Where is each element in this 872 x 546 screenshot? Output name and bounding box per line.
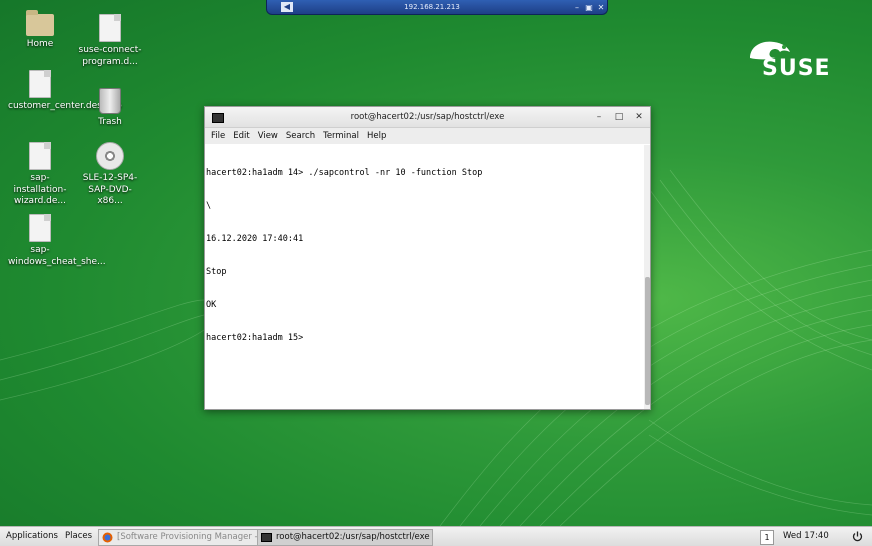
task-terminal[interactable]: root@hacert02:/usr/sap/hostctrl/exe xyxy=(257,529,433,546)
document-icon xyxy=(29,142,51,170)
applications-menu[interactable]: Applications xyxy=(6,527,58,546)
close-icon[interactable]: ✕ xyxy=(633,111,645,123)
remote-connection-bar: ◀ 192.168.21.213 – ▣ ✕ xyxy=(266,0,608,15)
workspace-switcher[interactable]: 1 xyxy=(760,530,774,545)
terminal-line: hacert02:ha1adm 14> ./sapcontrol -nr 10 … xyxy=(206,168,483,178)
desktop-icon-label: SLE-12-SP4-SAP-DVD-x86... xyxy=(82,173,138,206)
dvd-disc-icon xyxy=(96,142,124,170)
close-remote-icon[interactable]: ✕ xyxy=(595,3,607,12)
task-label: [Software Provisioning Manager - ... xyxy=(117,532,269,542)
menu-search[interactable]: Search xyxy=(282,131,319,141)
maximize-icon[interactable]: □ xyxy=(613,111,625,123)
desktop-icon-label: sap-installation-wizard.de... xyxy=(13,173,67,206)
desktop-icon-sle-dvd[interactable]: SLE-12-SP4-SAP-DVD-x86... xyxy=(78,142,142,208)
restore-remote-icon[interactable]: ▣ xyxy=(583,3,595,12)
scrollbar-thumb[interactable] xyxy=(645,277,650,405)
desktop-icon-customer-center[interactable]: customer_center.desktop xyxy=(8,70,122,113)
desktop-icon-suse-connect[interactable]: suse-connect-program.d... xyxy=(78,14,142,68)
terminal-titlebar[interactable]: root@hacert02:/usr/sap/hostctrl/exe – □ … xyxy=(205,107,650,128)
pin-icon[interactable]: ◀ xyxy=(281,2,293,12)
desktop-icon-home[interactable]: Home xyxy=(8,10,72,51)
firefox-icon xyxy=(102,532,113,543)
terminal-line: OK xyxy=(206,300,217,310)
task-label: root@hacert02:/usr/sap/hostctrl/exe xyxy=(276,532,430,542)
trash-icon xyxy=(99,88,121,114)
terminal-line: Stop xyxy=(206,267,227,277)
menu-terminal[interactable]: Terminal xyxy=(319,131,363,141)
menu-view[interactable]: View xyxy=(254,131,282,141)
power-icon[interactable] xyxy=(852,531,863,542)
desktop-icon-sap-windows-cheat-sheet[interactable]: sap-windows_cheat_she... xyxy=(8,214,106,268)
places-menu[interactable]: Places xyxy=(65,527,92,546)
desktop-icon-label: Home xyxy=(26,39,54,49)
terminal-menubar: File Edit View Search Terminal Help xyxy=(205,128,650,144)
menu-file[interactable]: File xyxy=(207,131,229,141)
task-software-provisioning-manager[interactable]: [Software Provisioning Manager - ... xyxy=(98,529,272,546)
brand-name: SUSE xyxy=(762,56,831,81)
desktop-icon-label: suse-connect-program.d... xyxy=(78,45,142,67)
minimize-icon[interactable]: – xyxy=(593,111,605,123)
document-icon xyxy=(29,70,51,98)
terminal-line: \ xyxy=(206,201,212,211)
menu-edit[interactable]: Edit xyxy=(229,131,253,141)
document-icon xyxy=(99,14,121,42)
window-title: root@hacert02:/usr/sap/hostctrl/exe xyxy=(350,112,505,122)
terminal-window[interactable]: root@hacert02:/usr/sap/hostctrl/exe – □ … xyxy=(204,106,651,410)
desktop-icon-trash[interactable]: Trash xyxy=(78,88,142,129)
terminal-line: 16.12.2020 17:40:41 xyxy=(206,234,304,244)
document-icon xyxy=(29,214,51,242)
minimize-remote-icon[interactable]: – xyxy=(571,3,583,12)
desktop-icon-sap-installation-wizard[interactable]: sap-installation-wizard.de... xyxy=(8,142,72,208)
desktop-icon-label: sap-windows_cheat_she... xyxy=(8,245,106,267)
terminal-line: hacert02:ha1adm 15> xyxy=(206,333,304,343)
menu-help[interactable]: Help xyxy=(363,131,390,141)
remote-host-label: 192.168.21.213 xyxy=(404,3,460,11)
taskbar: Applications Places [Software Provisioni… xyxy=(0,526,872,546)
home-folder-icon xyxy=(26,10,54,36)
terminal-scrollbar[interactable] xyxy=(644,145,650,409)
suse-logo: SUSE xyxy=(748,38,832,82)
terminal-output[interactable]: hacert02:ha1adm 14> ./sapcontrol -nr 10 … xyxy=(205,145,650,409)
desktop-icon-label: Trash xyxy=(98,117,122,127)
terminal-icon xyxy=(261,533,272,542)
clock[interactable]: Wed 17:40 xyxy=(783,527,829,546)
